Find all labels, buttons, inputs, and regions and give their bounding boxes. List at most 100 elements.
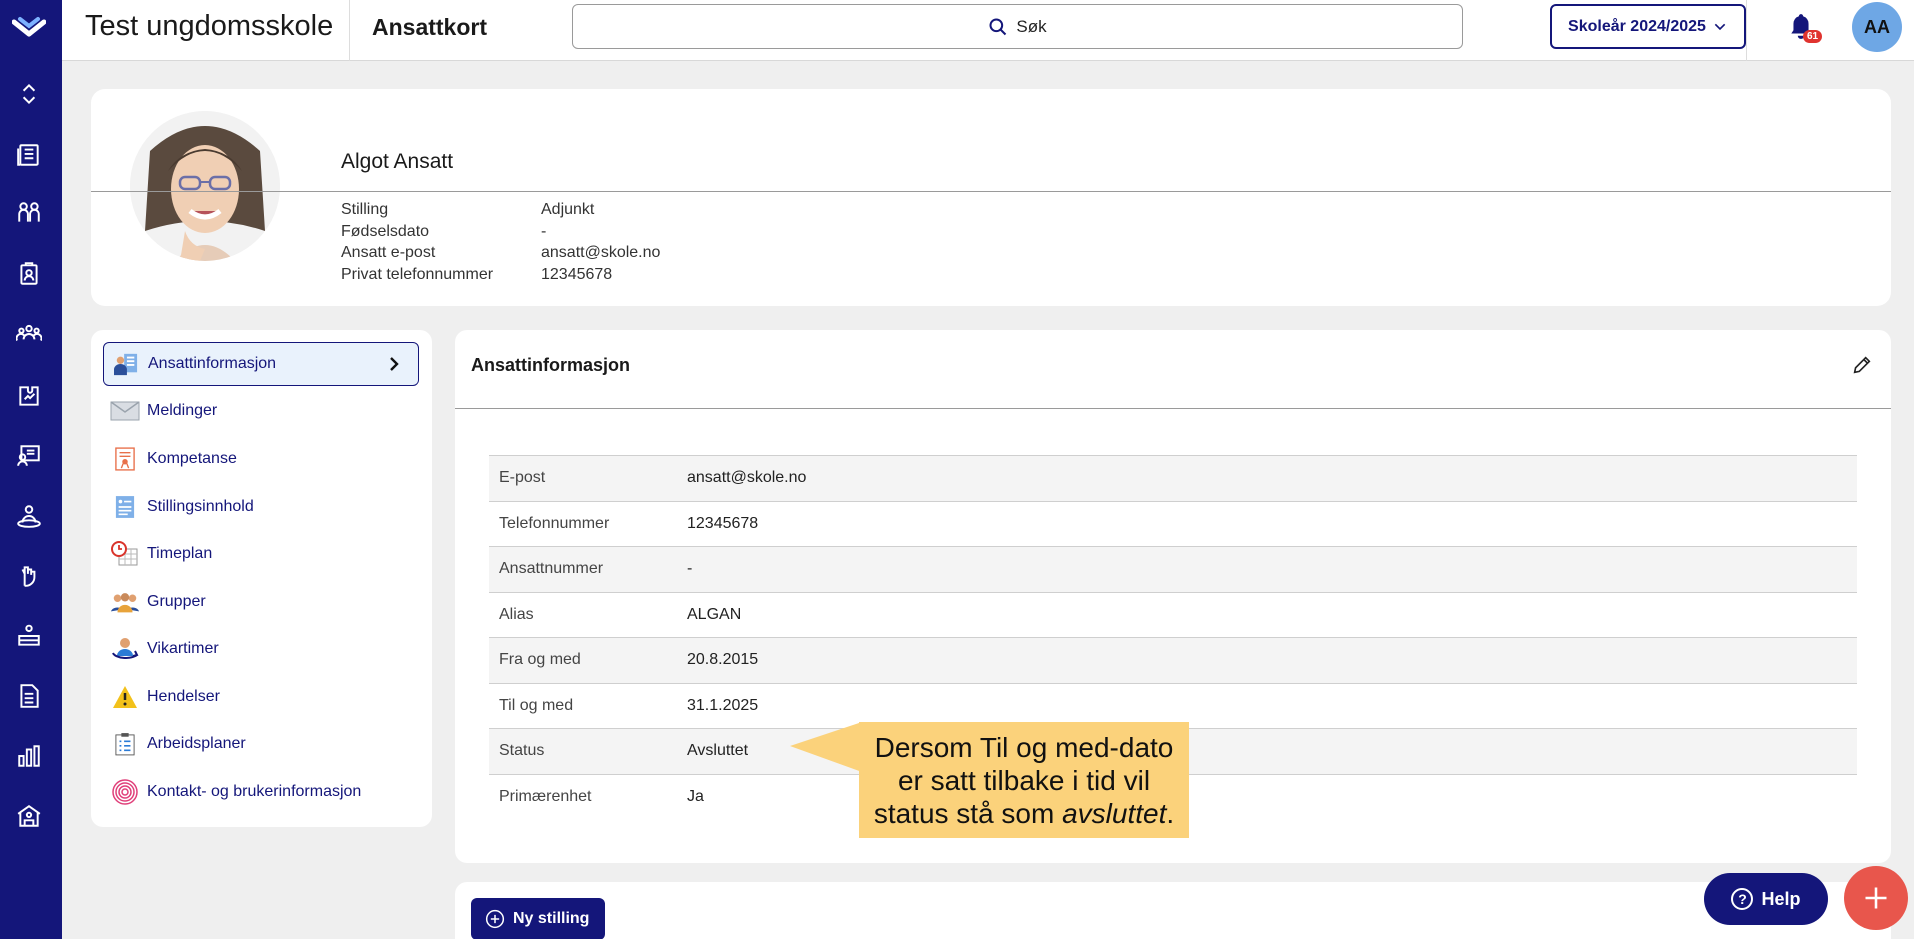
tooltip-callout: Dersom Til og med-dato er satt tilbake i… [859, 722, 1189, 838]
help-label: Help [1761, 888, 1801, 909]
row-label: Telefonnummer [499, 514, 610, 532]
help-button[interactable]: ? Help [1704, 873, 1828, 925]
row-value: 12345678 [687, 514, 759, 532]
row-value: ansatt@skole.no [687, 469, 807, 487]
menu-item-vikartimer[interactable]: Vikartimer [103, 627, 419, 671]
presentation-icon[interactable] [15, 442, 43, 470]
row-value: - [687, 560, 693, 578]
menu-item-label: Hendelser [147, 688, 220, 705]
question-icon: ? [1731, 888, 1754, 910]
divider [91, 191, 1891, 192]
menu-item-kontakt-og-brukerinformasjon[interactable]: Kontakt- og brukerinformasjon [103, 770, 419, 814]
menu-item-label: Arbeidsplaner [147, 735, 246, 752]
school-name: Test ungdomsskole [85, 10, 334, 42]
profile-field-email: Ansatt e-post ansatt@skole.no [341, 242, 660, 264]
menu-item-hendelser[interactable]: Hendelser [103, 675, 419, 719]
menu-item-stillingsinnhold[interactable]: Stillingsinnhold [103, 485, 419, 529]
table-row: Fra og med 20.8.2015 [489, 637, 1857, 683]
groups-icon[interactable] [15, 320, 43, 348]
page-title: Ansattkort [372, 14, 488, 40]
warning-icon [110, 684, 140, 710]
field-value: - [541, 222, 547, 240]
school-year-dropdown[interactable]: Skoleår 2024/2025 [1550, 4, 1746, 49]
field-label: Stilling [341, 201, 389, 218]
pencil-icon [1853, 356, 1871, 374]
row-label: Fra og med [499, 651, 581, 669]
top-bar: Test ungdomsskole Ansattkort Søk Skoleår… [62, 0, 1914, 61]
menu-item-label: Timeplan [147, 545, 213, 562]
person-icon[interactable] [15, 502, 43, 530]
menu-item-meldinger[interactable]: Meldinger [103, 389, 419, 433]
row-value: ALGAN [687, 605, 742, 623]
school-icon[interactable] [15, 802, 43, 830]
menu-item-label: Vikartimer [147, 640, 219, 657]
menu-item-arbeidsplaner[interactable]: Arbeidsplaner [103, 722, 419, 766]
menu-item-timeplan[interactable]: Timeplan [103, 532, 419, 576]
news-icon[interactable] [15, 141, 43, 169]
field-label: Ansatt e-post [341, 244, 436, 261]
chart-icon[interactable] [15, 742, 43, 770]
clipboard-icon[interactable] [15, 260, 43, 288]
puzzle-icon[interactable] [15, 382, 43, 410]
side-rail [0, 0, 62, 939]
field-label: Privat telefonnummer [341, 265, 494, 283]
menu-item-label: Ansattinformasjon [148, 355, 277, 372]
search-box[interactable]: Søk [572, 4, 1463, 49]
checklist-icon [110, 731, 140, 757]
row-value: Avsluttet [687, 742, 749, 760]
hand-icon[interactable] [15, 562, 43, 590]
field-label: Fødselsdato [341, 222, 430, 240]
positions-card: Ny stilling [455, 882, 1891, 939]
document-icon[interactable] [15, 682, 43, 710]
menu-item-grupper[interactable]: Grupper [103, 580, 419, 624]
plus-icon [1865, 887, 1887, 909]
school-year-label: Skoleår 2024/2025 [1568, 17, 1706, 35]
new-position-button[interactable]: Ny stilling [471, 898, 606, 939]
menu-item-ansattinformasjon[interactable]: Ansattinformasjon [103, 342, 419, 386]
add-fab-button[interactable] [1844, 866, 1908, 930]
desk-icon[interactable] [15, 622, 43, 650]
row-value: 31.1.2025 [687, 696, 759, 714]
profile-card: Algot Ansatt Stilling Adjunkt Fødselsdato… [91, 89, 1891, 306]
profile-fields: Stilling Adjunkt Fødselsdato - Ansatt e-po… [341, 199, 660, 285]
table-row: E-post ansatt@skole.no [489, 455, 1857, 501]
section-menu: Ansattinformasjon Meldinger Kompetanse S… [91, 330, 432, 827]
callout-period: . [1166, 797, 1175, 829]
field-value: ansatt@skole.no [541, 244, 661, 261]
notifications-button[interactable]: 61 [1788, 12, 1823, 44]
edit-button[interactable] [1851, 354, 1875, 378]
plus-circle-icon [485, 909, 505, 929]
row-label: Status [499, 742, 545, 760]
user-avatar[interactable]: AA [1852, 2, 1902, 52]
collapse-icon[interactable] [15, 80, 43, 108]
fingerprint-icon [110, 779, 140, 805]
callout-pointer [790, 722, 862, 772]
profile-field-birthdate: Fødselsdato - [341, 221, 660, 243]
profile-field-position: Stilling Adjunkt [341, 199, 660, 221]
menu-item-label: Kontakt- og brukerinformasjon [147, 783, 362, 800]
table-row: Telefonnummer 12345678 [489, 500, 1857, 547]
callout-line-3: status stå som [873, 797, 1063, 829]
envelope-icon [110, 398, 140, 424]
profile-field-phone: Privat telefonnummer 12345678 [341, 264, 660, 286]
table-row: Alias ALGAN [489, 591, 1857, 638]
logo-icon[interactable] [11, 12, 47, 42]
notification-badge: 61 [1803, 30, 1823, 43]
callout-line-1: Dersom Til og med-dato [874, 731, 1174, 763]
search-label: Søk [1016, 16, 1047, 36]
row-label: Primærenhet [499, 787, 592, 805]
row-value: 20.8.2015 [687, 651, 759, 669]
callout-line-2: er satt tilbake i tid vil [897, 764, 1151, 796]
menu-item-label: Kompetanse [147, 450, 237, 467]
job-content-icon [110, 494, 140, 520]
chevron-right-icon [386, 355, 402, 378]
field-value: 12345678 [541, 265, 613, 283]
timetable-icon [110, 541, 140, 567]
menu-item-kompetanse[interactable]: Kompetanse [103, 437, 419, 481]
certificate-icon [110, 446, 140, 472]
students-icon[interactable] [15, 199, 43, 227]
new-position-label: Ny stilling [513, 910, 590, 927]
table-row: Ansattnummer - [489, 546, 1857, 592]
section-title: Ansattinformasjon [471, 355, 631, 375]
row-value: Ja [687, 787, 704, 805]
